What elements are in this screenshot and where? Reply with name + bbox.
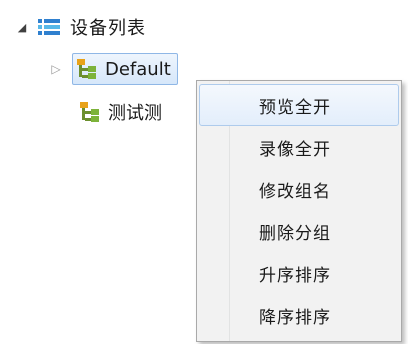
menu-item-delete-group[interactable]: 删除分组 xyxy=(199,210,399,252)
menu-item-record-all[interactable]: 录像全开 xyxy=(199,126,399,168)
tree-node-default-group[interactable]: ▷ Default xyxy=(48,52,178,86)
group-item[interactable]: 测试测 xyxy=(74,99,162,125)
collapse-triangle-icon[interactable]: ▷ xyxy=(48,63,64,75)
group-label: Default xyxy=(105,58,171,80)
tree-node-test-group[interactable]: 测试测 xyxy=(74,96,162,128)
device-list-icon xyxy=(38,18,60,36)
expand-triangle-icon[interactable]: ◢ xyxy=(14,22,30,33)
menu-item-sort-descending[interactable]: 降序排序 xyxy=(199,294,399,336)
group-label: 测试测 xyxy=(108,103,162,124)
menu-item-list: 预览全开 录像全开 修改组名 删除分组 升序排序 降序排序 xyxy=(199,84,399,336)
selected-group-item[interactable]: Default xyxy=(72,53,178,85)
menu-item-preview-all[interactable]: 预览全开 xyxy=(199,84,399,126)
context-menu: 预览全开 录像全开 修改组名 删除分组 升序排序 降序排序 xyxy=(196,80,402,342)
menu-item-sort-ascending[interactable]: 升序排序 xyxy=(199,252,399,294)
group-tree-icon xyxy=(80,102,100,122)
device-tree-panel: ◢ 设备列表 ▷ Default 测试测 预览全开 录像全开 修改组名 删除分组… xyxy=(0,0,408,344)
tree-node-device-list[interactable]: ◢ 设备列表 xyxy=(14,12,146,42)
group-tree-icon xyxy=(77,59,97,79)
tree-node-label: 设备列表 xyxy=(70,18,146,39)
menu-item-rename-group[interactable]: 修改组名 xyxy=(199,168,399,210)
